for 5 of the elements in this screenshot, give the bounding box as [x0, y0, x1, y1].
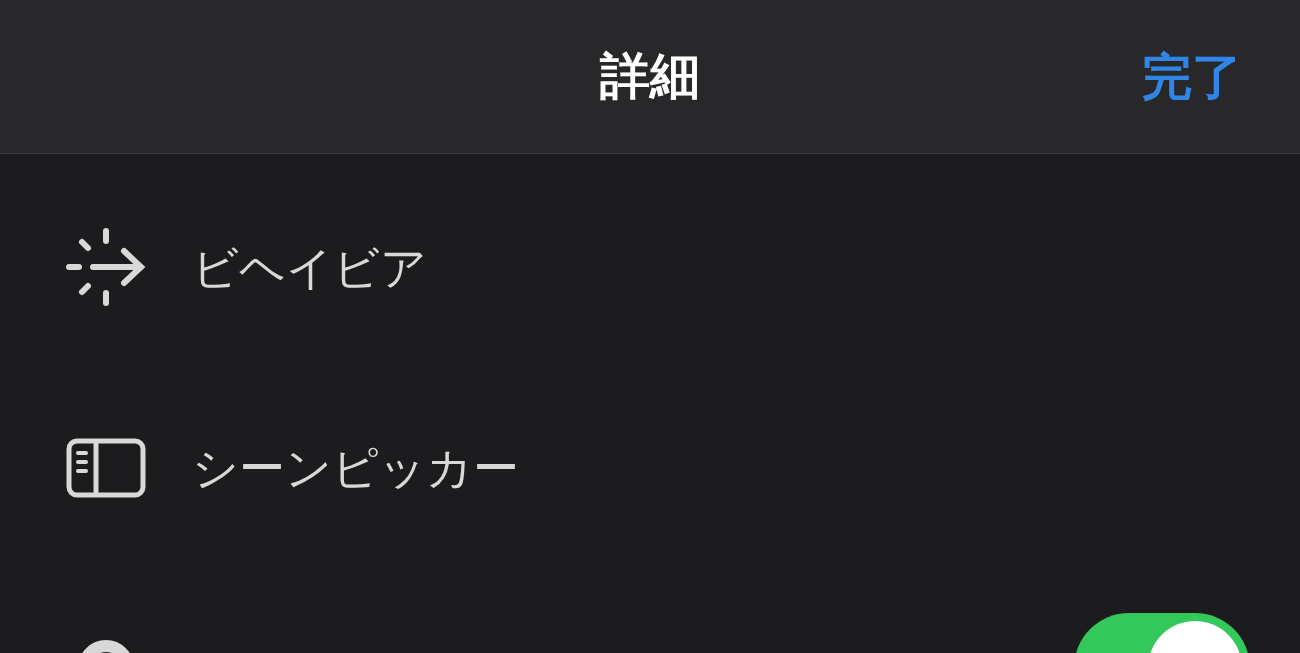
sidebar-panel-icon — [66, 438, 146, 498]
window-title: 詳細 — [600, 47, 700, 106]
menu-item-label[interactable]: ビヘイビア — [192, 233, 427, 303]
done-button[interactable]: 完了 — [1142, 40, 1242, 115]
menu-item-label[interactable]: シーンピッカー — [192, 433, 519, 503]
